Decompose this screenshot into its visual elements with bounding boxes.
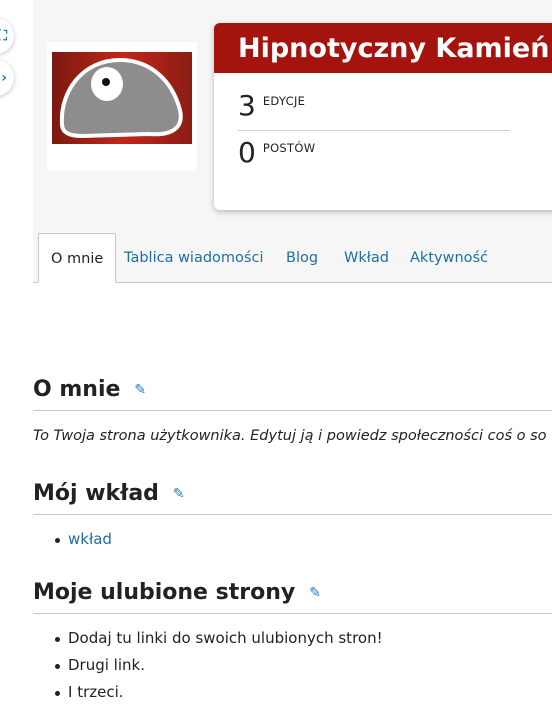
tab-tablica-wiadomosci[interactable]: Tablica wiadomości bbox=[124, 233, 263, 282]
stat-edits-value: 3 bbox=[238, 89, 256, 122]
section-heading-favorites-text: Moje ulubione strony bbox=[33, 580, 296, 605]
section-heading-contributions-text: Mój wkład bbox=[33, 481, 159, 506]
edit-pencil-icon[interactable]: ✎ bbox=[309, 585, 321, 601]
section-heading-about-text: O mnie bbox=[33, 377, 121, 402]
profile-name: Hipnotyczny Kamień bbox=[214, 23, 552, 73]
avatar-image bbox=[52, 52, 192, 144]
chevron-right-icon[interactable]: › bbox=[0, 60, 14, 96]
list-item: Dodaj tu linki do swoich ulubionych stro… bbox=[33, 625, 383, 652]
tab-wklad[interactable]: Wkład bbox=[344, 233, 389, 282]
tab-blog[interactable]: Blog bbox=[286, 233, 318, 282]
contributions-list: wkład bbox=[33, 526, 112, 553]
section-heading-contributions: Mój wkład ✎ bbox=[33, 481, 552, 515]
edit-pencil-icon[interactable]: ✎ bbox=[134, 382, 146, 398]
list-item: I trzeci. bbox=[33, 679, 383, 706]
tab-aktywnosc[interactable]: Aktywność bbox=[410, 233, 488, 282]
profile-tabs: O mnie Tablica wiadomości Blog Wkład Akt… bbox=[33, 233, 552, 283]
stat-posts-value: 0 bbox=[238, 136, 256, 169]
about-text: To Twoja strona użytkownika. Edytuj ją i… bbox=[33, 428, 547, 444]
list-item: Drugi link. bbox=[33, 652, 383, 679]
contributions-link[interactable]: wkład bbox=[68, 530, 112, 548]
favorites-list: Dodaj tu linki do swoich ulubionych stro… bbox=[33, 625, 383, 706]
profile-card: Hipnotyczny Kamień 3 EDYCJE 0 POSTÓW bbox=[214, 23, 552, 210]
section-heading-favorites: Moje ulubione strony ✎ bbox=[33, 580, 552, 614]
list-item: wkład bbox=[33, 526, 112, 553]
edit-pencil-icon[interactable]: ✎ bbox=[173, 486, 185, 502]
stat-posts-label: POSTÓW bbox=[262, 141, 316, 155]
tab-o-mnie[interactable]: O mnie bbox=[38, 233, 117, 283]
stat-edits: 3 EDYCJE bbox=[238, 91, 305, 121]
stat-divider bbox=[238, 130, 510, 131]
avatar[interactable] bbox=[47, 42, 197, 171]
expand-icon[interactable]: ⛶ bbox=[0, 18, 14, 54]
stat-posts: 0 POSTÓW bbox=[238, 138, 315, 168]
stat-edits-label: EDYCJE bbox=[262, 94, 306, 108]
section-heading-about: O mnie ✎ bbox=[33, 377, 552, 411]
